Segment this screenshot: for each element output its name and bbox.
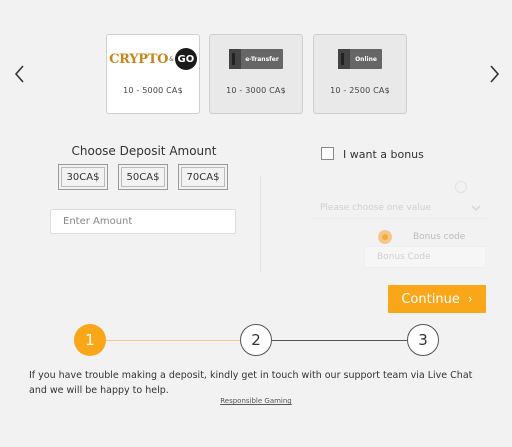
chevron-down-icon bbox=[471, 205, 481, 211]
chevron-left-icon bbox=[14, 65, 24, 83]
step-indicator-2: 2 bbox=[240, 324, 272, 356]
carousel-prev-button[interactable] bbox=[10, 62, 30, 86]
payment-method-range: 10 - 3000 CA$ bbox=[226, 86, 286, 95]
bonus-code-radio-label: Bonus code bbox=[413, 232, 466, 242]
bonus-checkbox[interactable] bbox=[321, 147, 334, 160]
preset-amount-label: 70CA$ bbox=[186, 171, 220, 183]
step-connector-2-3 bbox=[272, 340, 407, 341]
step-connector-1-2 bbox=[106, 340, 240, 341]
preset-amount-30-button[interactable]: 30CA$ bbox=[58, 164, 108, 190]
preset-amount-70-button[interactable]: 70CA$ bbox=[178, 164, 228, 190]
chevron-right-icon: › bbox=[467, 292, 473, 306]
payment-method-interac-online[interactable]: Online 10 - 2500 CA$ bbox=[313, 34, 407, 114]
cryptogo-logo: CRYPTO & GO bbox=[107, 43, 199, 75]
cryptogo-logo-amp: & bbox=[169, 55, 174, 63]
deposit-amount-title: Choose Deposit Amount bbox=[71, 144, 217, 158]
responsible-gaming-link[interactable]: Responsible Gaming bbox=[0, 397, 512, 405]
bonus-code-radio[interactable] bbox=[378, 230, 392, 244]
interac-online-logo-text: Online bbox=[355, 55, 377, 63]
bonus-code-input[interactable] bbox=[364, 246, 486, 268]
step-number: 2 bbox=[251, 331, 261, 349]
step-indicator-1: 1 bbox=[74, 324, 106, 356]
bonus-select[interactable]: Please choose one value bbox=[310, 197, 488, 219]
bonus-select-radio[interactable] bbox=[455, 181, 467, 193]
continue-button-label: Continue bbox=[401, 291, 460, 307]
step-indicator-3: 3 bbox=[407, 324, 439, 356]
preset-amount-label: 30CA$ bbox=[66, 171, 100, 183]
payment-method-interac-etransfer[interactable]: e-Transfer 10 - 3000 CA$ bbox=[209, 34, 303, 114]
step-number: 1 bbox=[85, 331, 95, 349]
section-divider bbox=[260, 176, 261, 272]
step-number: 3 bbox=[418, 331, 428, 349]
interac-etransfer-logo: e-Transfer bbox=[210, 43, 302, 75]
carousel-next-button[interactable] bbox=[484, 62, 504, 86]
chevron-right-icon bbox=[490, 65, 500, 83]
support-help-text: If you have trouble making a deposit, ki… bbox=[29, 370, 473, 396]
preset-amount-50-button[interactable]: 50CA$ bbox=[118, 164, 168, 190]
bonus-select-placeholder: Please choose one value bbox=[320, 202, 432, 213]
payment-method-range: 10 - 2500 CA$ bbox=[330, 86, 390, 95]
cryptogo-logo-text: CRYPTO bbox=[109, 51, 169, 67]
cryptogo-logo-go: GO bbox=[174, 48, 197, 70]
continue-button[interactable]: Continue › bbox=[388, 285, 486, 313]
interac-online-logo: Online bbox=[314, 43, 406, 75]
payment-method-cryptogo[interactable]: CRYPTO & GO 10 - 5000 CA$ bbox=[106, 34, 200, 114]
bonus-checkbox-label: I want a bonus bbox=[343, 148, 424, 161]
interac-etransfer-logo-text: e-Transfer bbox=[245, 55, 279, 63]
amount-input[interactable] bbox=[50, 209, 236, 234]
payment-method-range: 10 - 5000 CA$ bbox=[123, 86, 183, 95]
preset-amount-label: 50CA$ bbox=[126, 171, 160, 183]
